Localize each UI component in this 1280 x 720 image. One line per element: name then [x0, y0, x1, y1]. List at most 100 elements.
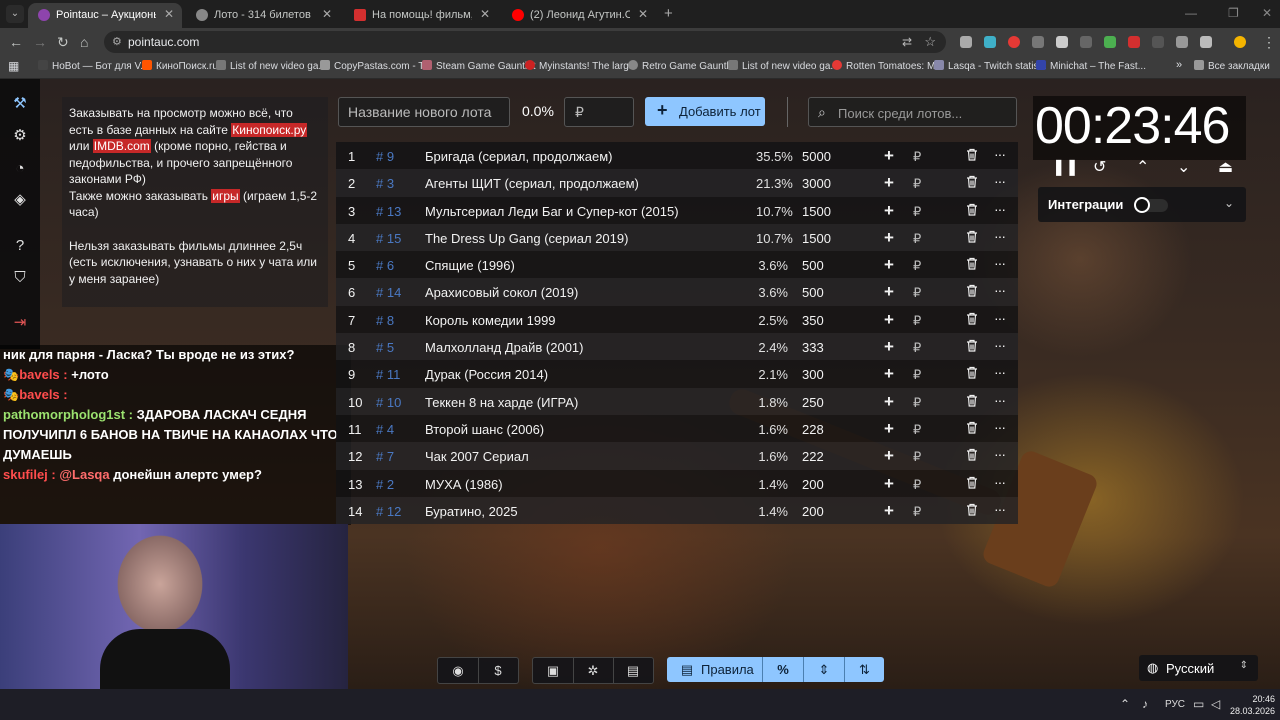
bookmark-item[interactable]: Lasqa - Twitch statis... — [934, 60, 1047, 72]
lot-row[interactable]: 13 # 2 МУХА (1986) 1.4% 200 + ₽ ··· — [336, 469, 1018, 497]
microphone-icon[interactable]: ♪ — [1142, 697, 1148, 711]
browser-menu-icon[interactable]: ⋮ — [1262, 34, 1276, 51]
lot-amount[interactable]: 200 — [802, 477, 824, 492]
lot-name[interactable]: Дурак (Россия 2014) — [425, 367, 745, 382]
auction-gavel-icon[interactable]: ⚒ — [10, 94, 30, 114]
lot-amount[interactable]: 333 — [802, 340, 824, 355]
extension-icon[interactable] — [1152, 36, 1164, 48]
ruble-input-icon[interactable]: ₽ — [913, 477, 921, 493]
imdb-link[interactable]: IMDB.com — [92, 139, 151, 153]
apps-grid-icon[interactable]: ▦ — [8, 59, 19, 73]
ruble-input-icon[interactable]: ₽ — [913, 422, 921, 438]
more-options-icon[interactable]: ··· — [994, 337, 1006, 353]
more-options-icon[interactable]: ··· — [994, 173, 1006, 189]
browser-tab-loto[interactable]: Лото - 314 билетов ✕ — [186, 3, 340, 28]
ruble-input-icon[interactable]: ₽ — [913, 313, 921, 329]
delete-trash-icon[interactable] — [966, 203, 978, 219]
logout-icon[interactable]: ⇥ — [10, 313, 30, 333]
wheel-chart-icon[interactable]: ◔ — [10, 159, 30, 179]
delete-trash-icon[interactable] — [966, 312, 978, 328]
system-clock[interactable]: 20:46 28.03.2026 — [1230, 693, 1275, 717]
lot-name[interactable]: Чак 2007 Сериал — [425, 449, 745, 464]
settings-gear-icon[interactable]: ⚙ — [10, 126, 30, 146]
lot-name[interactable]: Спящие (1996) — [425, 258, 745, 273]
lot-name[interactable]: Король комедии 1999 — [425, 313, 745, 328]
delete-trash-icon[interactable] — [966, 230, 978, 246]
add-amount-icon[interactable]: + — [884, 337, 894, 357]
percent-toggle-button[interactable]: % — [763, 657, 803, 682]
lot-name[interactable]: Бригада (сериал, продолжаем) — [425, 149, 745, 164]
add-amount-icon[interactable]: + — [884, 282, 894, 302]
more-options-icon[interactable]: ··· — [994, 310, 1006, 326]
ruble-input-icon[interactable]: ₽ — [913, 231, 921, 247]
lot-name[interactable]: Теккен 8 на харде (ИГРА) — [425, 395, 745, 410]
close-tab-icon[interactable]: ✕ — [638, 7, 648, 21]
tab-search-button[interactable]: ⌄ — [6, 5, 24, 23]
github-icon[interactable]: ◉ — [438, 658, 479, 683]
add-amount-icon[interactable]: + — [884, 228, 894, 248]
pause-icon[interactable]: ❚❚ — [1052, 157, 1079, 177]
add-amount-icon[interactable]: + — [884, 474, 894, 494]
bookmark-item[interactable]: Steam Game Gauntlet — [422, 60, 536, 72]
lot-row[interactable]: 14 # 12 Буратино, 2025 1.4% 200 + ₽ ··· — [336, 496, 1018, 525]
add-amount-icon[interactable]: + — [884, 446, 894, 466]
more-options-icon[interactable]: ··· — [994, 282, 1006, 298]
save-icon[interactable]: ▣ — [533, 658, 574, 683]
more-options-icon[interactable]: ··· — [994, 474, 1006, 490]
new-tab-icon[interactable]: + — [664, 5, 673, 22]
lot-amount[interactable]: 350 — [802, 313, 824, 328]
lot-amount[interactable]: 228 — [802, 422, 824, 437]
more-options-icon[interactable]: ··· — [994, 364, 1006, 380]
delete-trash-icon[interactable] — [966, 394, 978, 410]
add-amount-icon[interactable]: + — [884, 501, 894, 521]
language-select[interactable]: ◍ Русский ⇕ — [1139, 655, 1258, 681]
ruble-input-icon[interactable]: ₽ — [913, 367, 921, 383]
delete-trash-icon[interactable] — [966, 476, 978, 492]
keyboard-language[interactable]: РУС — [1165, 699, 1185, 710]
kinopoisk-link[interactable]: Кинопоиск.ру — [231, 122, 308, 137]
lot-name[interactable]: Арахисовый сокол (2019) — [425, 285, 745, 300]
add-lot-button[interactable]: + Добавить лот — [645, 97, 765, 126]
integrations-panel[interactable]: Интеграции ⌄ — [1038, 187, 1246, 222]
more-options-icon[interactable]: ··· — [994, 501, 1006, 517]
shield-icon[interactable]: ⛉ — [10, 268, 30, 288]
more-bookmarks-icon[interactable]: » — [1176, 59, 1182, 71]
lot-amount[interactable]: 200 — [802, 504, 824, 519]
lot-name[interactable]: МУХА (1986) — [425, 477, 745, 492]
bookmark-item[interactable]: HoBot — Бот для V... — [38, 60, 149, 72]
extension-icon[interactable] — [1008, 36, 1020, 48]
forward-icon[interactable]: → — [33, 34, 47, 50]
lot-amount[interactable]: 500 — [802, 258, 824, 273]
browser-tab-youtube[interactable]: (2) Леонид Агутин.Остров - Yo ✕ — [502, 3, 656, 28]
lot-row[interactable]: 11 # 4 Второй шанс (2006) 1.6% 228 + ₽ ··· — [336, 414, 1018, 443]
network-icon[interactable]: ▭ — [1193, 697, 1204, 711]
delete-trash-icon[interactable] — [966, 448, 978, 464]
lot-row[interactable]: 1 # 9 Бригада (сериал, продолжаем) 35.5% 500… — [336, 142, 1018, 170]
site-info-icon[interactable]: ⚙ — [112, 35, 122, 48]
lot-name[interactable]: Мультсериал Леди Баг и Супер-кот (2015) — [425, 204, 745, 219]
lot-name[interactable]: Малхолланд Драйв (2001) — [425, 340, 745, 355]
rules-button[interactable]: Правила — [701, 657, 754, 682]
lot-amount[interactable]: 1500 — [802, 231, 831, 246]
lot-row[interactable]: 12 # 7 Чак 2007 Сериал 1.6% 222 + ₽ ··· — [336, 442, 1018, 470]
eject-icon[interactable]: ⏏ — [1218, 157, 1233, 177]
chevron-down-icon[interactable]: ⌄ — [1177, 157, 1190, 177]
extension-icon[interactable] — [984, 36, 996, 48]
close-tab-icon[interactable]: ✕ — [164, 7, 174, 21]
layers-icon[interactable]: ◈ — [10, 190, 30, 210]
reset-icon[interactable]: ↺ — [1093, 157, 1106, 177]
maximize-icon[interactable]: ❐ — [1228, 6, 1239, 20]
more-options-icon[interactable]: ··· — [994, 255, 1006, 271]
add-amount-icon[interactable]: + — [884, 146, 894, 166]
lot-amount[interactable]: 3000 — [802, 176, 831, 191]
lot-search[interactable]: ⌕ — [808, 97, 1017, 128]
lot-row[interactable]: 10 # 10 Теккен 8 на харде (ИГРА) 1.8% 250 + ₽ ·… — [336, 387, 1018, 415]
lot-row[interactable]: 6 # 14 Арахисовый сокол (2019) 3.6% 500 + ₽ ··… — [336, 278, 1018, 306]
lot-amount[interactable]: 222 — [802, 449, 824, 464]
lot-search-input[interactable] — [836, 98, 1016, 128]
delete-trash-icon[interactable] — [966, 257, 978, 273]
extension-icon[interactable] — [1104, 36, 1116, 48]
lot-name[interactable]: Буратино, 2025 — [425, 504, 745, 519]
bookmark-item[interactable]: Rotten Tomatoes: M... — [832, 60, 944, 72]
ruble-input-icon[interactable]: ₽ — [913, 285, 921, 301]
